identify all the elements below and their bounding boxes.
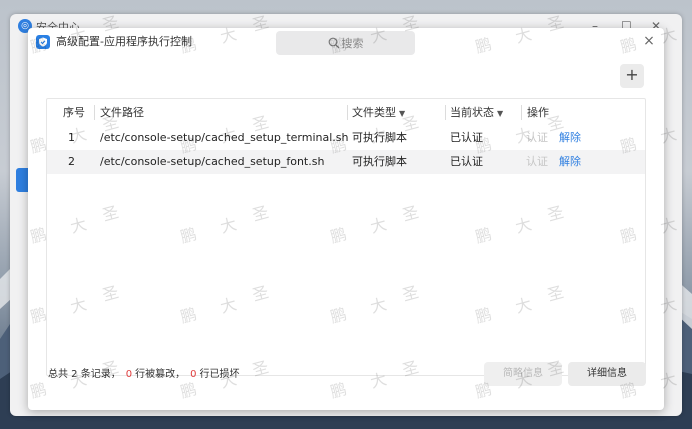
table-row[interactable]: 2 /etc/console-setup/cached_setup_font.s… bbox=[47, 150, 645, 174]
header-separator bbox=[521, 105, 522, 120]
header-type: 文件类型 bbox=[352, 106, 396, 119]
header-status: 当前状态 bbox=[450, 106, 494, 119]
row-index: 1 bbox=[68, 131, 75, 144]
caret-down-icon: ▼ bbox=[497, 109, 504, 118]
brief-info-button[interactable]: 简略信息 bbox=[484, 362, 562, 386]
summary-total: 总共 2 条记录， bbox=[48, 369, 121, 380]
tampered-label: 行被篡改， bbox=[135, 369, 186, 380]
caret-down-icon: ▼ bbox=[399, 109, 406, 118]
table-header: 序号 文件路径 文件类型 ▼ 当前状态 ▼ 操作 bbox=[47, 99, 645, 126]
row-status: 已认证 bbox=[450, 131, 483, 144]
row-path: /etc/console-setup/cached_setup_font.sh bbox=[100, 155, 325, 168]
damaged-label: 行已损坏 bbox=[199, 369, 240, 380]
dialog-title: 高级配置-应用程序执行控制 bbox=[56, 35, 192, 48]
row-index: 2 bbox=[68, 155, 75, 168]
search-placeholder: 搜索 bbox=[341, 37, 364, 50]
header-separator bbox=[445, 105, 446, 120]
row-status: 已认证 bbox=[450, 155, 483, 168]
header-separator bbox=[347, 105, 348, 120]
search-input[interactable]: 搜索 bbox=[276, 31, 415, 55]
header-path: 文件路径 bbox=[100, 106, 144, 119]
add-button[interactable]: + bbox=[620, 64, 644, 88]
certify-button[interactable]: 认证 bbox=[526, 150, 548, 174]
certify-button[interactable]: 认证 bbox=[526, 126, 548, 150]
remove-button[interactable]: 解除 bbox=[559, 126, 581, 150]
remove-button[interactable]: 解除 bbox=[559, 150, 581, 174]
record-summary: 总共 2 条记录， 0 行被篡改， 0 行已损坏 bbox=[48, 366, 239, 384]
file-table: 序号 文件路径 文件类型 ▼ 当前状态 ▼ 操作 1 /etc/console-se… bbox=[46, 98, 646, 376]
detail-info-button[interactable]: 详细信息 bbox=[568, 362, 646, 386]
tampered-count: 0 bbox=[125, 369, 133, 380]
sidebar-selected-indicator bbox=[16, 168, 28, 192]
row-type: 可执行脚本 bbox=[352, 155, 407, 168]
row-path: /etc/console-setup/cached_setup_terminal… bbox=[100, 131, 349, 144]
dialog-close-button[interactable]: × bbox=[642, 34, 656, 48]
header-type-filter[interactable]: 文件类型 ▼ bbox=[352, 99, 405, 126]
damaged-count: 0 bbox=[190, 369, 197, 380]
header-separator bbox=[94, 105, 95, 120]
search-icon bbox=[328, 37, 339, 49]
header-index: 序号 bbox=[63, 106, 85, 119]
app-execution-control-dialog: 高级配置-应用程序执行控制 搜索 × + 序号 文件路径 文件类型 ▼ 当前状态 ▼… bbox=[28, 28, 664, 410]
table-row[interactable]: 1 /etc/console-setup/cached_setup_termin… bbox=[47, 126, 645, 150]
header-status-filter[interactable]: 当前状态 ▼ bbox=[450, 99, 503, 126]
shield-icon bbox=[36, 35, 50, 49]
header-action: 操作 bbox=[527, 106, 549, 119]
row-type: 可执行脚本 bbox=[352, 131, 407, 144]
